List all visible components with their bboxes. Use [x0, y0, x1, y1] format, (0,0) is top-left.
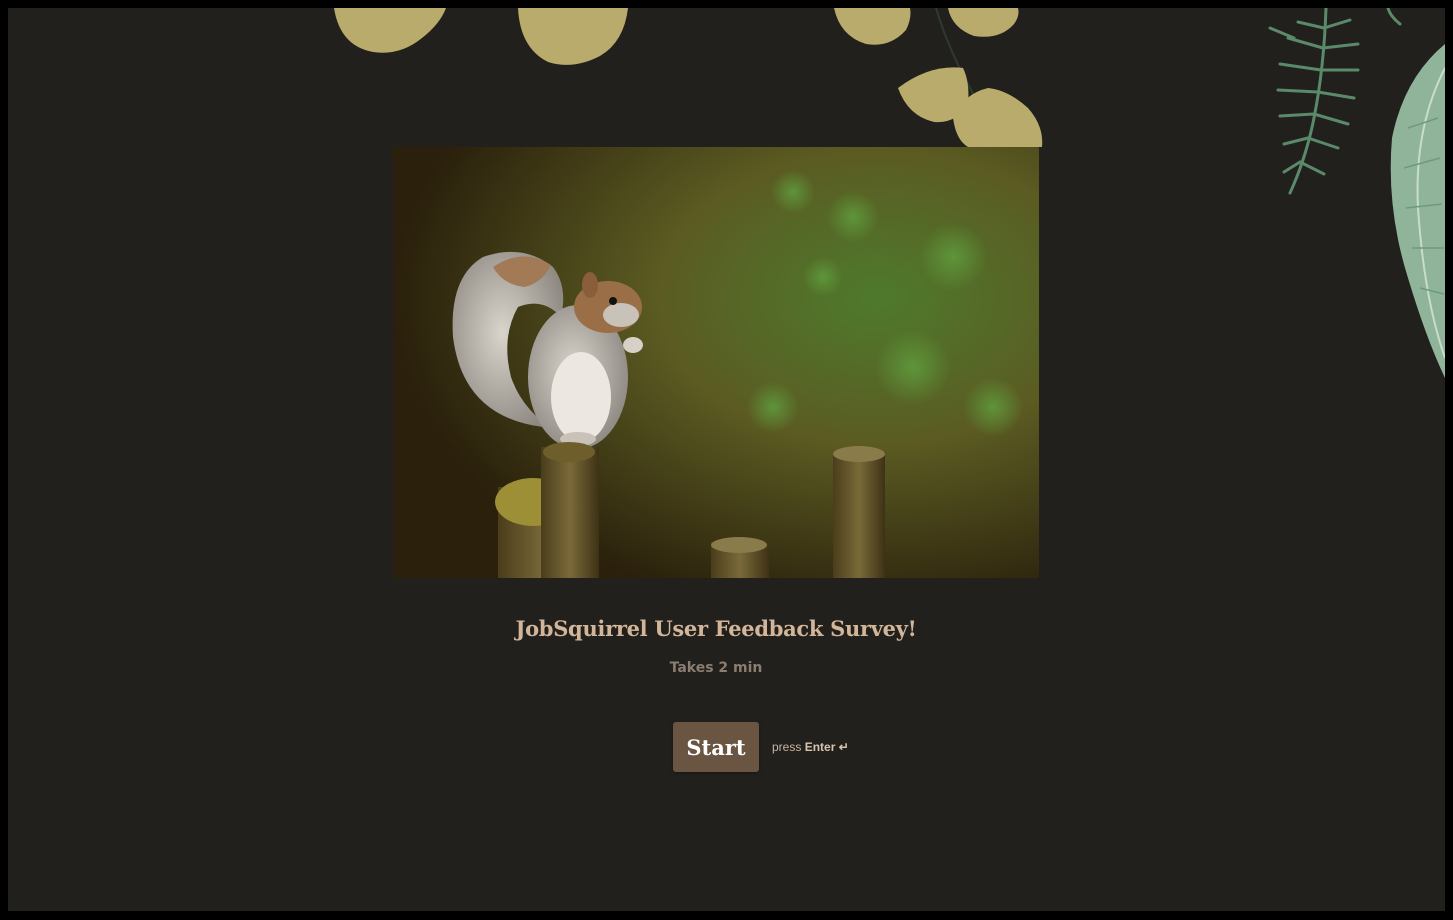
survey-duration: Takes 2 min — [669, 660, 763, 676]
enter-key-icon: ↵ — [838, 740, 849, 754]
keyboard-hint: press Enter ↵ — [772, 740, 849, 754]
feather-leaf-icon — [1390, 44, 1445, 378]
hint-prefix: press — [772, 740, 802, 754]
start-button[interactable]: Start — [673, 722, 759, 772]
survey-title: JobSquirrel User Feedback Survey! — [515, 616, 917, 641]
enter-key-label: Enter — [804, 740, 836, 754]
squirrel-photo — [393, 147, 1039, 578]
fern-icon — [1268, 8, 1402, 195]
ginkgo-branch-icon — [898, 8, 1043, 147]
ginkgo-leaf-icon — [334, 8, 1019, 65]
survey-welcome-screen: JobSquirrel User Feedback Survey! Takes … — [8, 8, 1445, 911]
